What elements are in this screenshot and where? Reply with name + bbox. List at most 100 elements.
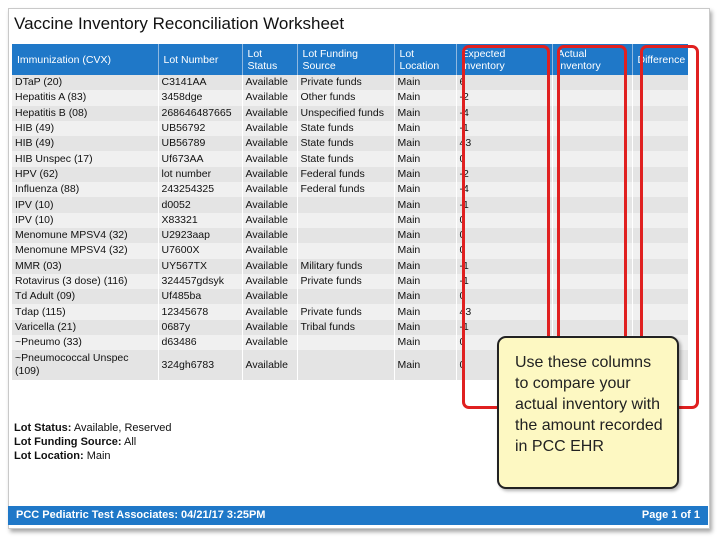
- cell-funding-source: Private funds: [297, 273, 395, 290]
- cell-lot-number: Uf673AA: [158, 151, 243, 167]
- cell-lot-status: Available: [242, 151, 298, 167]
- cell-immunization: Menomune MPSV4 (32): [12, 227, 159, 244]
- cell-lot-status: Available: [242, 136, 298, 152]
- cell-lot-status: Available: [242, 289, 298, 305]
- cell-lot-status: Available: [242, 304, 298, 320]
- cell-lot-status: Available: [242, 243, 298, 259]
- cell-immunization: Influenza (88): [12, 182, 159, 198]
- report-filters: Lot Status: Available, Reserved Lot Fund…: [14, 421, 172, 463]
- cell-immunization: HIB (49): [12, 136, 159, 152]
- cell-lot-location: Main: [394, 304, 457, 320]
- footer-page-number: Page 1 of 1: [641, 509, 700, 521]
- cell-funding-source: Other funds: [297, 90, 395, 106]
- cell-lot-number: 3458dge: [158, 90, 243, 106]
- cell-funding-source: Private funds: [297, 75, 395, 91]
- cell-lot-status: Available: [242, 258, 298, 274]
- cell-lot-location: Main: [394, 319, 457, 336]
- cell-lot-number: U7600X: [158, 243, 243, 259]
- cell-lot-status: Available: [242, 335, 298, 351]
- cell-immunization: Rotavirus (3 dose) (116): [12, 273, 159, 290]
- header-lot-status: Lot Status: [242, 44, 298, 75]
- cell-lot-location: Main: [394, 273, 457, 290]
- cell-lot-location: Main: [394, 75, 457, 91]
- cell-lot-location: Main: [394, 258, 457, 274]
- cell-lot-status: Available: [242, 350, 298, 381]
- cell-immunization: Td Adult (09): [12, 289, 159, 305]
- cell-immunization: HIB (49): [12, 120, 159, 137]
- header-immunization: Immunization (CVX): [12, 44, 159, 75]
- cell-lot-number: C3141AA: [158, 75, 243, 91]
- cell-lot-location: Main: [394, 120, 457, 137]
- cell-funding-source: [297, 335, 395, 351]
- cell-lot-number: 324gh6783: [158, 350, 243, 381]
- cell-lot-number: d63486: [158, 335, 243, 351]
- cell-lot-number: 12345678: [158, 304, 243, 320]
- cell-immunization: Varicella (21): [12, 319, 159, 336]
- filter-lot-status: Lot Status: Available, Reserved: [14, 422, 172, 434]
- cell-lot-location: Main: [394, 105, 457, 121]
- cell-lot-number: lot number: [158, 166, 243, 183]
- cell-lot-status: Available: [242, 212, 298, 228]
- header-lot-location: Lot Location: [394, 44, 457, 75]
- cell-lot-status: Available: [242, 227, 298, 244]
- cell-lot-location: Main: [394, 197, 457, 213]
- cell-lot-status: Available: [242, 166, 298, 183]
- cell-immunization: Tdap (115): [12, 304, 159, 320]
- cell-funding-source: State funds: [297, 136, 395, 152]
- cell-immunization: IPV (10): [12, 212, 159, 228]
- cell-immunization: Hepatitis B (08): [12, 105, 159, 121]
- cell-lot-location: Main: [394, 289, 457, 305]
- cell-funding-source: [297, 227, 395, 244]
- cell-immunization: HPV (62): [12, 166, 159, 183]
- cell-funding-source: Military funds: [297, 258, 395, 274]
- cell-lot-location: Main: [394, 151, 457, 167]
- cell-lot-status: Available: [242, 120, 298, 137]
- header-lot-number: Lot Number: [158, 44, 243, 75]
- cell-immunization: IPV (10): [12, 197, 159, 213]
- cell-lot-location: Main: [394, 243, 457, 259]
- cell-lot-number: 268646487665: [158, 105, 243, 121]
- report-title: Vaccine Inventory Reconciliation Workshe…: [14, 14, 345, 33]
- cell-lot-number: UY567TX: [158, 258, 243, 274]
- cell-lot-status: Available: [242, 197, 298, 213]
- cell-immunization: MMR (03): [12, 258, 159, 274]
- cell-lot-number: UB56792: [158, 120, 243, 137]
- cell-lot-location: Main: [394, 90, 457, 106]
- cell-lot-location: Main: [394, 136, 457, 152]
- cell-lot-number: Uf485ba: [158, 289, 243, 305]
- header-lot-funding-source: Lot Funding Source: [297, 44, 395, 75]
- cell-funding-source: [297, 289, 395, 305]
- cell-lot-status: Available: [242, 273, 298, 290]
- cell-funding-source: Unspecified funds: [297, 105, 395, 121]
- cell-immunization: ~Pneumococcal Unspec (109): [12, 350, 159, 381]
- cell-immunization: HIB Unspec (17): [12, 151, 159, 167]
- cell-lot-location: Main: [394, 227, 457, 244]
- cell-lot-status: Available: [242, 75, 298, 91]
- filter-lot-location: Lot Location: Main: [14, 450, 111, 462]
- cell-funding-source: Private funds: [297, 304, 395, 320]
- cell-funding-source: [297, 243, 395, 259]
- cell-immunization: ~Pneumo (33): [12, 335, 159, 351]
- cell-lot-status: Available: [242, 319, 298, 336]
- cell-funding-source: [297, 350, 395, 381]
- cell-lot-number: X83321: [158, 212, 243, 228]
- report-footer: PCC Pediatric Test Associates: 04/21/17 …: [8, 506, 708, 525]
- filter-lot-funding: Lot Funding Source: All: [14, 436, 137, 448]
- cell-immunization: Menomune MPSV4 (32): [12, 243, 159, 259]
- cell-funding-source: State funds: [297, 151, 395, 167]
- cell-lot-location: Main: [394, 166, 457, 183]
- cell-lot-location: Main: [394, 335, 457, 351]
- cell-lot-location: Main: [394, 350, 457, 381]
- cell-lot-location: Main: [394, 212, 457, 228]
- cell-lot-status: Available: [242, 182, 298, 198]
- cell-lot-number: UB56789: [158, 136, 243, 152]
- cell-immunization: Hepatitis A (83): [12, 90, 159, 106]
- cell-lot-location: Main: [394, 182, 457, 198]
- cell-lot-number: d0052: [158, 197, 243, 213]
- cell-lot-number: 0687y: [158, 319, 243, 336]
- cell-funding-source: Tribal funds: [297, 319, 395, 336]
- cell-lot-number: 324457gdsyk: [158, 273, 243, 290]
- cell-lot-status: Available: [242, 90, 298, 106]
- cell-funding-source: [297, 197, 395, 213]
- cell-funding-source: State funds: [297, 120, 395, 137]
